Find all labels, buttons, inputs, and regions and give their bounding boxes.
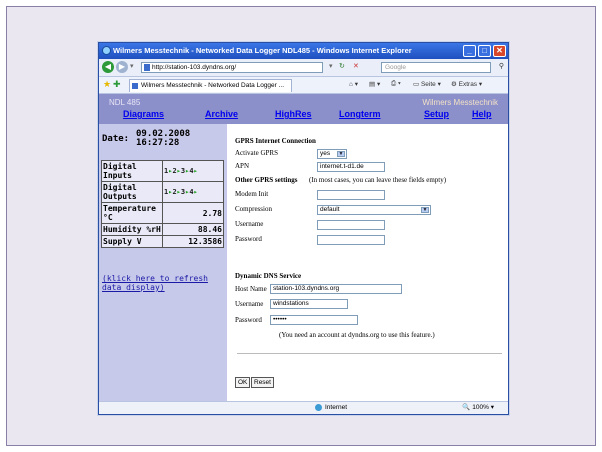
navigation-bar: ◀ ▶ ▾ http://station-103.dyndns.org/ ▾ ↻… — [99, 59, 508, 77]
activate-gprs-label: Activate GPRS — [235, 149, 278, 157]
digital-inputs-leds: 1▸2▸3▸4▸ — [162, 160, 224, 182]
favorites-star-icon[interactable]: ★ — [103, 79, 111, 90]
apn-label: APN — [235, 162, 250, 170]
reset-button[interactable]: Reset — [251, 377, 274, 388]
gprs-password-label: Password — [235, 235, 262, 243]
tab-page-icon — [132, 83, 138, 89]
chevron-down-icon: ▼ — [337, 151, 345, 157]
refresh-icon[interactable]: ↻ — [339, 62, 345, 70]
minimize-button[interactable]: _ — [463, 45, 476, 57]
modem-init-field[interactable] — [317, 190, 385, 200]
search-input[interactable]: Google — [381, 62, 491, 73]
forward-arrow-icon[interactable]: ▶ — [116, 61, 128, 73]
page-icon — [144, 64, 150, 71]
table-row: Humidity %rH 88.46 — [101, 223, 224, 236]
print-icon[interactable]: ⎙ ▾ — [391, 80, 401, 88]
host-name-field[interactable]: station-103.dyndns.org — [270, 284, 402, 294]
table-row: Temperature °C 2.78 — [101, 202, 224, 224]
divider — [237, 353, 502, 354]
table-row: Digital Outputs 1▸2▸3▸4▸ — [101, 181, 224, 203]
history-dropdown-icon[interactable]: ▾ — [130, 62, 134, 70]
add-favorites-icon[interactable]: ✚ — [113, 79, 121, 90]
digital-outputs-label: Digital Outputs — [101, 181, 163, 203]
table-row: Supply V 12.3586 — [101, 235, 224, 248]
other-gprs-note: (In most cases, you can leave these fiel… — [309, 176, 447, 184]
supply-label: Supply V — [101, 235, 163, 248]
status-sidebar: Date: 09.02.2008 16:27:28 Digital Inputs… — [99, 124, 227, 403]
supply-value: 12.3586 — [162, 235, 224, 248]
humidity-label: Humidity %rH — [101, 223, 163, 236]
temperature-label: Temperature °C — [101, 202, 163, 224]
activate-gprs-select[interactable]: yes ▼ — [317, 149, 347, 159]
zoom-level[interactable]: 🔍 100% ▾ — [462, 402, 494, 413]
address-bar[interactable]: http://station-103.dyndns.org/ — [141, 62, 323, 73]
company-title: Wilmers Messtechnik — [422, 98, 498, 107]
humidity-value: 88.46 — [162, 223, 224, 236]
ie-logo-icon — [102, 46, 111, 55]
host-name-label: Host Name — [235, 285, 267, 293]
nav-link-help[interactable]: Help — [472, 109, 492, 119]
chevron-down-icon: ▼ — [421, 207, 429, 213]
title-bar[interactable]: Wilmers Messtechnik - Networked Data Log… — [99, 43, 508, 59]
compression-value: default — [320, 206, 340, 213]
search-icon[interactable]: ⚲ — [499, 62, 504, 70]
back-arrow-icon[interactable]: ◀ — [102, 61, 114, 73]
tab-active[interactable]: Wilmers Messtechnik - Networked Data Log… — [129, 79, 292, 92]
compression-label: Compression — [235, 205, 272, 213]
modem-init-label: Modem Init — [235, 190, 269, 198]
ok-button[interactable]: OK — [235, 377, 251, 388]
gprs-heading: GPRS Internet Connection — [235, 137, 316, 145]
close-button[interactable]: ✕ — [493, 45, 506, 57]
feeds-icon[interactable]: ▤ ▾ — [369, 80, 380, 88]
time-value: 16:27:28 — [136, 138, 180, 148]
browser-window: Wilmers Messtechnik - Networked Data Log… — [98, 42, 509, 415]
settings-form: GPRS Internet Connection Activate GPRS y… — [227, 124, 508, 403]
security-zone-label: Internet — [325, 404, 348, 411]
stop-icon[interactable]: ✕ — [353, 62, 359, 70]
page-menu[interactable]: ▭ Seite ▾ — [413, 80, 441, 88]
nav-link-longterm[interactable]: Longterm — [339, 109, 381, 119]
gprs-username-label: Username — [235, 220, 264, 228]
page-menu-label: Seite — [420, 81, 436, 88]
tab-bar: ★ ✚ Wilmers Messtechnik - Networked Data… — [99, 77, 508, 94]
zoom-value: 100% — [472, 404, 489, 411]
status-bar: Internet 🔍 100% ▾ — [99, 401, 508, 414]
compression-select[interactable]: default ▼ — [317, 205, 431, 215]
dns-password-label: Password — [235, 316, 262, 324]
window-title: Wilmers Messtechnik - Networked Data Log… — [113, 46, 412, 55]
internet-zone-icon — [315, 404, 322, 411]
tools-menu-label: Extras — [458, 81, 478, 88]
digital-inputs-label: Digital Inputs — [101, 160, 163, 182]
product-title: NDL 485 — [109, 98, 141, 107]
page-banner: NDL 485 Wilmers Messtechnik Diagrams Arc… — [99, 94, 508, 124]
maximize-button[interactable]: □ — [478, 45, 491, 57]
dns-username-label: Username — [235, 300, 264, 308]
nav-link-highres[interactable]: HighRes — [275, 109, 312, 119]
search-placeholder: Google — [385, 64, 406, 71]
date-label: Date: — [102, 134, 130, 144]
refresh-link[interactable]: (klick here to refresh data display) — [102, 274, 222, 292]
dns-password-field[interactable]: •••••• — [270, 315, 358, 325]
dns-note: (You need an account at dyndns.org to us… — [279, 331, 435, 339]
page-content: NDL 485 Wilmers Messtechnik Diagrams Arc… — [99, 94, 508, 403]
dns-username-field[interactable]: windstations — [270, 299, 348, 309]
nav-link-setup[interactable]: Setup — [424, 109, 449, 119]
gprs-password-field[interactable] — [317, 235, 385, 245]
dns-heading: Dynamic DNS Service — [235, 272, 302, 280]
tab-title: Wilmers Messtechnik - Networked Data Log… — [141, 82, 285, 89]
digital-outputs-leds: 1▸2▸3▸4▸ — [162, 181, 224, 203]
address-dropdown-icon[interactable]: ▾ — [329, 62, 333, 70]
other-gprs-heading: Other GPRS settings — [235, 176, 298, 184]
table-row: Digital Inputs 1▸2▸3▸4▸ — [101, 160, 224, 182]
nav-link-diagrams[interactable]: Diagrams — [123, 109, 164, 119]
activate-gprs-value: yes — [320, 150, 331, 157]
home-icon[interactable]: ⌂ ▾ — [349, 80, 358, 88]
temperature-value: 2.78 — [162, 202, 224, 224]
address-text: http://station-103.dyndns.org/ — [152, 64, 237, 71]
status-table: Digital Inputs 1▸2▸3▸4▸ Digital Outputs … — [101, 160, 224, 248]
apn-field[interactable]: internet.t-d1.de — [317, 162, 385, 172]
gprs-username-field[interactable] — [317, 220, 385, 230]
tools-menu[interactable]: ⚙ Extras ▾ — [451, 80, 482, 88]
nav-link-archive[interactable]: Archive — [205, 109, 238, 119]
